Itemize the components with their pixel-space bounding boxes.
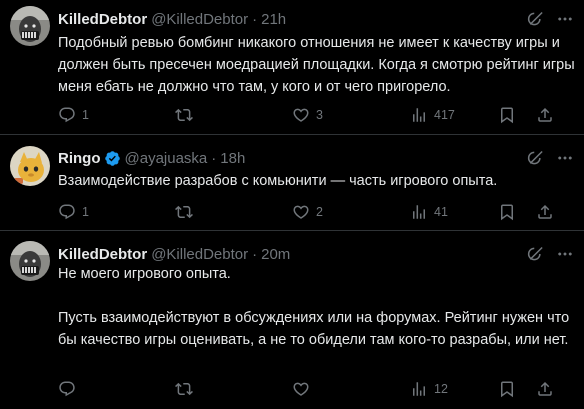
display-name[interactable]: KilledDebtor: [58, 246, 147, 263]
retweet-button[interactable]: [175, 105, 199, 125]
like-icon: [292, 203, 310, 221]
more-icon[interactable]: [556, 245, 574, 263]
reply-icon: [58, 203, 76, 221]
reply-icon: [58, 380, 76, 398]
grok-icon[interactable]: [526, 149, 544, 167]
share-icon: [536, 106, 554, 124]
display-name[interactable]: Ringo: [58, 150, 101, 167]
views-button[interactable]: 41: [410, 202, 448, 222]
views-button[interactable]: 12: [410, 379, 448, 399]
views-count: 417: [434, 108, 455, 122]
share-icon: [536, 380, 554, 398]
tweet-1[interactable]: KilledDebtor @KilledDebtor · 21h Подобны…: [0, 0, 584, 135]
share-button[interactable]: [536, 379, 554, 399]
separator-dot: ·: [252, 245, 258, 263]
action-bar: 1 3 417: [58, 105, 576, 125]
display-name[interactable]: KilledDebtor: [58, 11, 147, 28]
tweet-header: Ringo @ayajuaska · 18h: [58, 148, 245, 168]
reply-button[interactable]: 1: [58, 202, 89, 222]
reply-count: 1: [82, 205, 89, 219]
share-button[interactable]: [536, 105, 554, 125]
views-icon: [410, 380, 428, 398]
more-icon[interactable]: [556, 149, 574, 167]
like-button[interactable]: [292, 379, 316, 399]
user-handle[interactable]: @KilledDebtor: [151, 246, 248, 263]
retweet-icon: [175, 203, 193, 221]
timestamp[interactable]: 18h: [220, 150, 245, 167]
bookmark-button[interactable]: [498, 202, 516, 222]
tweet-text: Взаимодействие разрабов с комьюнити — ча…: [58, 173, 498, 189]
like-icon: [292, 106, 310, 124]
separator-dot: ·: [252, 10, 258, 28]
action-bar: 12: [58, 379, 576, 399]
views-count: 41: [434, 205, 448, 219]
bookmark-button[interactable]: [498, 379, 516, 399]
tweet-3[interactable]: KilledDebtor @KilledDebtor · 20m Не моег…: [0, 231, 584, 409]
bookmark-icon: [498, 380, 516, 398]
verified-badge-icon: [104, 150, 121, 167]
views-button[interactable]: 417: [410, 105, 455, 125]
retweet-button[interactable]: [175, 202, 199, 222]
tweet-header: KilledDebtor @KilledDebtor · 21h: [58, 9, 286, 29]
views-icon: [410, 203, 428, 221]
user-handle[interactable]: @KilledDebtor: [151, 11, 248, 28]
like-icon: [292, 380, 310, 398]
timestamp[interactable]: 20m: [261, 246, 290, 263]
retweet-button[interactable]: [175, 379, 199, 399]
tweet-header: KilledDebtor @KilledDebtor · 20m: [58, 244, 290, 264]
bookmark-button[interactable]: [498, 105, 516, 125]
separator-dot: ·: [211, 149, 217, 167]
tweet-text: Не моего игрового опыта. Пусть взаимодей…: [58, 266, 570, 348]
like-button[interactable]: 3: [292, 105, 323, 125]
reply-button[interactable]: [58, 379, 82, 399]
share-icon: [536, 203, 554, 221]
like-count: 2: [316, 205, 323, 219]
retweet-icon: [175, 106, 193, 124]
user-handle[interactable]: @ayajuaska: [125, 150, 208, 167]
action-bar: 1 2 41: [58, 202, 576, 222]
views-icon: [410, 106, 428, 124]
tweet-text: Подобный ревью бомбинг никакого отношени…: [58, 35, 579, 95]
reply-button[interactable]: 1: [58, 105, 89, 125]
like-count: 3: [316, 108, 323, 122]
views-count: 12: [434, 382, 448, 396]
retweet-icon: [175, 380, 193, 398]
tweet-2[interactable]: Ringo @ayajuaska · 18h Взаимодействие ра…: [0, 135, 584, 231]
bookmark-icon: [498, 106, 516, 124]
timestamp[interactable]: 21h: [261, 11, 286, 28]
avatar[interactable]: [10, 241, 50, 281]
share-button[interactable]: [536, 202, 554, 222]
reply-icon: [58, 106, 76, 124]
more-icon[interactable]: [556, 10, 574, 28]
grok-icon[interactable]: [526, 245, 544, 263]
grok-icon[interactable]: [526, 10, 544, 28]
avatar[interactable]: [10, 6, 50, 46]
bookmark-icon: [498, 203, 516, 221]
reply-count: 1: [82, 108, 89, 122]
like-button[interactable]: 2: [292, 202, 323, 222]
avatar[interactable]: [10, 146, 50, 186]
